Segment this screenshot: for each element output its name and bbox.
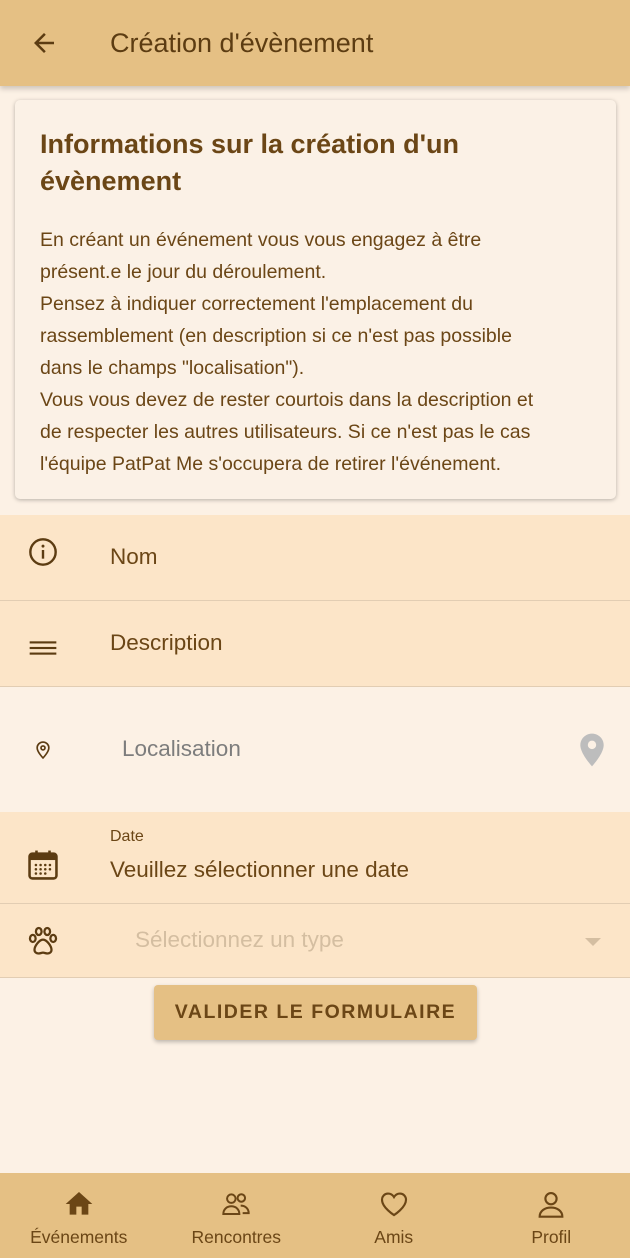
nav-label: Événements xyxy=(30,1227,128,1247)
user-icon xyxy=(534,1187,568,1221)
dropdown-arrow-icon[interactable] xyxy=(584,935,602,947)
app-bar: Création d'évènement xyxy=(0,0,630,86)
location-marker-icon[interactable] xyxy=(578,732,606,768)
people-icon xyxy=(219,1187,253,1221)
nav-item-profile[interactable]: Profil xyxy=(473,1173,630,1258)
description-field[interactable]: Description xyxy=(0,601,630,687)
menu-lines-icon xyxy=(26,631,60,665)
nav-item-events[interactable]: Événements xyxy=(0,1173,158,1258)
heart-icon xyxy=(377,1187,411,1221)
map-pin-icon xyxy=(26,733,60,767)
nav-label: Rencontres xyxy=(191,1227,282,1247)
date-field-label: Date xyxy=(110,828,144,845)
info-line: rassemblement (en description si ce n'es… xyxy=(40,325,512,347)
info-line: Vous vous devez de rester courtois dans … xyxy=(40,389,534,411)
type-select[interactable]: Sélectionnez un type xyxy=(0,904,630,978)
name-field-label: Nom xyxy=(110,544,158,569)
arrow-left-icon xyxy=(34,33,54,53)
info-line: de respecter les autres utilisateurs. Si… xyxy=(40,421,531,443)
info-line: l'équipe PatPat Me s'occupera de retirer… xyxy=(40,453,502,475)
date-field[interactable]: Date Veuillez sélectionner une date xyxy=(0,812,630,904)
info-card-text: En créant un événement vous vous engagez… xyxy=(40,224,591,480)
info-line: dans le champs "localisation"). xyxy=(40,357,305,379)
name-field[interactable]: Nom xyxy=(0,515,630,601)
info-line: En créant un événement vous vous engagez… xyxy=(40,229,482,251)
nav-item-friends[interactable]: Amis xyxy=(315,1173,473,1258)
home-icon xyxy=(62,1187,96,1221)
info-card: Informations sur la création d'un évènem… xyxy=(15,100,616,499)
paw-icon xyxy=(26,924,60,958)
calendar-icon xyxy=(26,848,60,882)
info-line: présent.e le jour du déroulement. xyxy=(40,261,327,283)
info-circle-icon xyxy=(26,535,60,569)
page-title: Création d'évènement xyxy=(110,27,374,58)
nav-label: Amis xyxy=(374,1227,414,1247)
date-field-value: Veuillez sélectionner une date xyxy=(110,857,409,882)
location-placeholder: Localisation xyxy=(122,736,241,761)
location-field[interactable]: Localisation xyxy=(0,688,630,812)
nav-item-meetings[interactable]: Rencontres xyxy=(158,1173,316,1258)
info-line: Pensez à indiquer correctement l'emplace… xyxy=(40,293,473,315)
submit-form-button[interactable]: VALIDER LE FORMULAIRE xyxy=(154,985,477,1040)
back-button[interactable] xyxy=(22,21,66,65)
description-field-label: Description xyxy=(110,630,223,655)
nav-label: Profil xyxy=(531,1227,572,1247)
info-card-title: Informations sur la création d'un évènem… xyxy=(40,129,459,196)
type-placeholder: Sélectionnez un type xyxy=(135,927,344,952)
bottom-navigation: Événements Rencontres Amis Profil xyxy=(0,1173,630,1258)
